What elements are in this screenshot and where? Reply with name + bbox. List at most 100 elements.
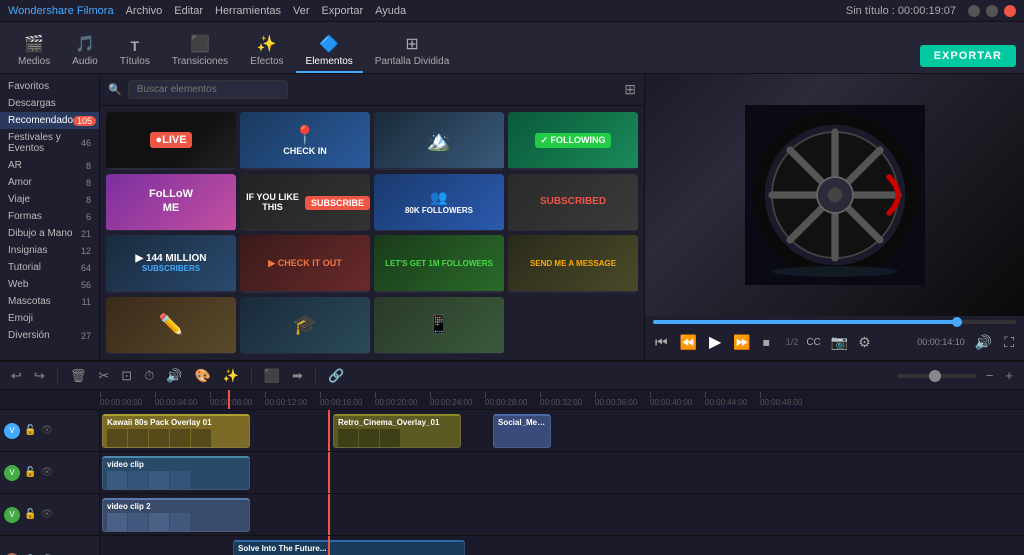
settings-button[interactable]: ⚙ bbox=[856, 332, 873, 353]
sidebar-item-formas[interactable]: Formas 6 bbox=[0, 208, 99, 225]
sidebar-item-viaje[interactable]: Viaje 8 bbox=[0, 191, 99, 208]
element-getfollowers[interactable]: LET'S GET 1M FOLLOWERS Social_Media_Icon… bbox=[374, 235, 504, 293]
track-lock-overlay[interactable]: 🔓 bbox=[24, 425, 36, 436]
track-eye-video2[interactable]: 👁 bbox=[40, 509, 53, 520]
volume-button[interactable]: 🔊 bbox=[973, 332, 994, 353]
tab-medios[interactable]: 🎬 Medios bbox=[8, 30, 60, 73]
snapshot-button[interactable]: 📷 bbox=[829, 332, 850, 353]
frame-back-button[interactable]: ⏪ bbox=[678, 332, 699, 353]
track-content-audio: Solve Into The Future... bbox=[100, 536, 1024, 555]
fullscreen-button[interactable]: ⛶ bbox=[1002, 332, 1016, 353]
stop-button[interactable]: ⏹ bbox=[761, 332, 772, 353]
minimize-btn[interactable] bbox=[968, 5, 980, 17]
zoom-slider[interactable] bbox=[897, 374, 977, 378]
timeline-ruler: 00:00:00:00 00:00:04:00 00:00:08:00 00:0… bbox=[0, 390, 1024, 410]
search-input[interactable] bbox=[128, 80, 288, 99]
cut-button[interactable]: ✂ bbox=[95, 366, 112, 386]
zoom-in-button[interactable]: + bbox=[1002, 366, 1016, 385]
grid-toggle-icon[interactable]: ⊞ bbox=[624, 81, 636, 98]
element-live[interactable]: ●LIVE Social_Media_Icons_Pac... bbox=[106, 112, 236, 170]
menu-exportar[interactable]: Exportar bbox=[322, 5, 364, 17]
element-subscribed[interactable]: SUBSCRIBED Social_Media_Icons_Pac... bbox=[508, 174, 638, 232]
track-lock-video2[interactable]: 🔓 bbox=[24, 509, 36, 520]
element-gradhat[interactable]: 🎓 Social_Media_Icons_Pac... bbox=[240, 297, 370, 355]
medios-icon: 🎬 bbox=[24, 34, 44, 54]
sidebar: Favoritos Descargas Recomendado 105 Fest… bbox=[0, 74, 100, 360]
snap-button[interactable]: 🔗 bbox=[325, 366, 347, 386]
clip-audio[interactable]: Solve Into The Future... bbox=[233, 540, 465, 555]
zoom-out-button[interactable]: − bbox=[983, 366, 997, 385]
menu-editar[interactable]: Editar bbox=[174, 5, 203, 17]
sidebar-item-recomendado[interactable]: Recomendado 105 bbox=[0, 112, 99, 129]
timeline-toolbar: ↩ ↪ 🗑 ✂ ⊡ ⏱ 🔊 🎨 ✨ ⬛ ➡ 🔗 − + bbox=[0, 362, 1024, 390]
element-followers[interactable]: 👥 80K FOLLOWERS Social_Media_Icons_Pac..… bbox=[374, 174, 504, 232]
menu-ver[interactable]: Ver bbox=[293, 5, 310, 17]
menu-ayuda[interactable]: Ayuda bbox=[375, 5, 406, 17]
clip-social-media[interactable]: Social_Media_1 bbox=[493, 414, 551, 448]
tab-transiciones[interactable]: ⬛ Transiciones bbox=[162, 30, 238, 73]
track-row-video1: V 🔓 👁 video clip bbox=[0, 452, 1024, 494]
frame-forward-button[interactable]: ⏩ bbox=[731, 332, 752, 353]
element-following[interactable]: ✓ FOLLOWING Social_Media_Icons_Pac... bbox=[508, 112, 638, 170]
tab-elementos[interactable]: 🔷 Elementos bbox=[296, 30, 363, 73]
element-million[interactable]: ▶ 144 MILLION SUBSCRIBERS Social_Media_I… bbox=[106, 235, 236, 293]
sidebar-item-dibujo[interactable]: Dibujo a Mano 21 bbox=[0, 225, 99, 242]
crop-button[interactable]: ⊡ bbox=[118, 366, 135, 386]
menu-herramientas[interactable]: Herramientas bbox=[215, 5, 281, 17]
maximize-btn[interactable] bbox=[986, 5, 998, 17]
element-ifyoulike[interactable]: IF YOU LIKE THIS SUBSCRIBE Social_Media_… bbox=[240, 174, 370, 232]
sidebar-item-diversion[interactable]: Diversión 27 bbox=[0, 327, 99, 344]
tab-pantalla[interactable]: ⊞ Pantalla Dividida bbox=[365, 30, 460, 73]
play-button[interactable]: ▶ bbox=[707, 330, 723, 354]
clip-kawaii[interactable]: Kawaii 80s Pack Overlay 01 bbox=[102, 414, 250, 448]
menu-archivo[interactable]: Archivo bbox=[126, 5, 163, 17]
audio-button[interactable]: 🔊 bbox=[163, 366, 185, 386]
clip-video2[interactable]: video clip 2 bbox=[102, 498, 250, 532]
sidebar-item-web[interactable]: Web 56 bbox=[0, 276, 99, 293]
sidebar-item-descargas[interactable]: Descargas bbox=[0, 95, 99, 112]
element-checkin[interactable]: 📍 CHECK IN Social_Media_Icons_Pac... bbox=[240, 112, 370, 170]
element-pencil[interactable]: ✏️ Social_Media_Icons_Pac... bbox=[106, 297, 236, 355]
motion-button[interactable]: ➡ bbox=[289, 366, 306, 386]
export-button[interactable]: EXPORTAR bbox=[920, 45, 1016, 67]
sidebar-item-mascotas[interactable]: Mascotas 11 bbox=[0, 293, 99, 310]
sidebar-item-ar[interactable]: AR 8 bbox=[0, 157, 99, 174]
speed-button[interactable]: ⏱ bbox=[141, 366, 157, 386]
toolbar-divider-3 bbox=[315, 368, 316, 384]
sidebar-item-favoritos[interactable]: Favoritos bbox=[0, 78, 99, 95]
preview-extras: 1/2 CC 📷 ⚙ bbox=[786, 332, 873, 353]
tab-audio[interactable]: 🎵 Audio bbox=[62, 30, 108, 73]
clip-video1[interactable]: video clip bbox=[102, 456, 250, 490]
app-name: Wondershare Filmora bbox=[8, 5, 114, 17]
tab-efectos[interactable]: ✨ Efectos bbox=[240, 30, 293, 73]
redo-button[interactable]: ↪ bbox=[31, 366, 48, 386]
track-eye-overlay[interactable]: 👁 bbox=[40, 425, 53, 436]
element-follow-me[interactable]: FoLLoWME Social_Media_Icons_Pac... bbox=[106, 174, 236, 232]
close-btn[interactable] bbox=[1004, 5, 1016, 17]
ruler-mark-3: 00:00:12:00 bbox=[265, 398, 320, 407]
ruler-mark-1: 00:00:04:00 bbox=[155, 398, 210, 407]
effects-button[interactable]: ✨ bbox=[220, 366, 242, 386]
playhead-indicator[interactable] bbox=[228, 390, 230, 409]
undo-button[interactable]: ↩ bbox=[8, 366, 25, 386]
color-button[interactable]: 🎨 bbox=[191, 366, 213, 386]
sidebar-item-insignias[interactable]: Insignias 12 bbox=[0, 242, 99, 259]
sidebar-item-emoji[interactable]: Emoji bbox=[0, 310, 99, 327]
sidebar-item-tutorial[interactable]: Tutorial 64 bbox=[0, 259, 99, 276]
transition-button[interactable]: ⬛ bbox=[261, 366, 283, 386]
skip-back-button[interactable]: ⏮ bbox=[653, 332, 670, 353]
track-lock-video1[interactable]: 🔓 bbox=[24, 467, 36, 478]
element-checkitout[interactable]: ▶ CHECK IT OUT Social_Media_Icons_Pac... bbox=[240, 235, 370, 293]
element-message[interactable]: SEND ME A MESSAGE Social_Media_Icons_Pac… bbox=[508, 235, 638, 293]
sidebar-item-festivales[interactable]: Festivales y Eventos 46 bbox=[0, 129, 99, 157]
sidebar-item-amor[interactable]: Amor 8 bbox=[0, 174, 99, 191]
topbar: Wondershare Filmora Archivo Editar Herra… bbox=[0, 0, 1024, 22]
progress-bar[interactable] bbox=[653, 320, 1016, 324]
tab-titulos[interactable]: T Títulos bbox=[110, 34, 160, 73]
element-photo[interactable]: 🏔️ Social_Media_Icons_Pac... bbox=[374, 112, 504, 170]
delete-button[interactable]: 🗑 bbox=[67, 366, 90, 386]
track-eye-video1[interactable]: 👁 bbox=[40, 467, 53, 478]
clip-retro-cinema[interactable]: Retro_Cinema_Overlay_01 bbox=[333, 414, 461, 448]
element-phone[interactable]: 📱 Social_Media_Icons_Pac... bbox=[374, 297, 504, 355]
caption-button[interactable]: CC bbox=[804, 335, 822, 350]
